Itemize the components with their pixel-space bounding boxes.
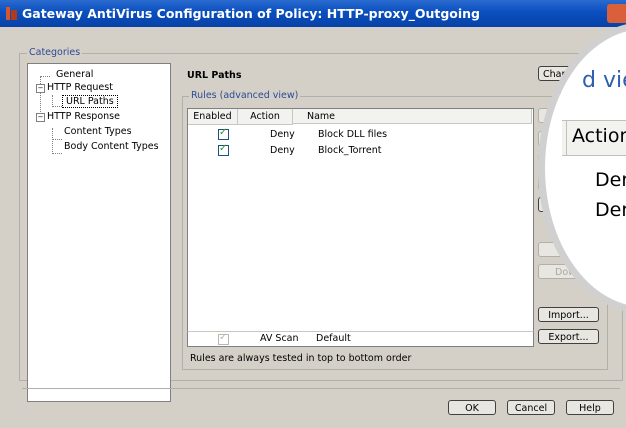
dialog-window: Gateway AntiVirus Configuration of Polic…	[0, 0, 626, 428]
tree-item-http-response[interactable]: HTTP Response	[47, 111, 120, 122]
magnified-view-link: d vie	[582, 68, 626, 93]
cancel-button[interactable]: Cancel	[507, 400, 555, 415]
ok-button[interactable]: OK	[448, 400, 496, 415]
default-rule-row: AV Scan Default	[187, 331, 534, 347]
close-button[interactable]	[607, 4, 626, 23]
rule-action: Deny	[270, 129, 295, 140]
tree-item-content-types[interactable]: Content Types	[64, 126, 132, 137]
app-icon	[6, 7, 17, 20]
help-button[interactable]: Help	[566, 400, 614, 415]
column-header-name[interactable]: Name	[293, 109, 532, 124]
footer-divider	[22, 388, 620, 389]
collapse-icon[interactable]: −	[36, 84, 45, 93]
default-rule-checkbox	[218, 332, 229, 345]
column-header-enabled[interactable]: Enabled	[188, 109, 238, 125]
rule-action: Deny	[270, 145, 295, 156]
rule-enabled-checkbox[interactable]	[218, 143, 229, 156]
rules-table[interactable]: Enabled Action Name Deny Block DLL files…	[187, 108, 534, 346]
rule-name: Block DLL files	[318, 129, 388, 140]
magnified-action-header: Action	[572, 125, 626, 147]
rule-enabled-checkbox[interactable]	[218, 127, 229, 140]
window-title: Gateway AntiVirus Configuration of Polic…	[22, 6, 481, 21]
categories-label: Categories	[27, 47, 83, 58]
tree-item-http-request[interactable]: HTTP Request	[47, 82, 113, 93]
rules-group-label: Rules (advanced view)	[189, 90, 301, 101]
magnified-action-cell: Der	[595, 169, 626, 191]
rule-name: Block_Torrent	[318, 145, 382, 156]
magnified-action-cell: Der	[595, 199, 626, 221]
category-tree[interactable]: General − HTTP Request URL Paths − HTTP …	[27, 63, 171, 402]
section-title: URL Paths	[187, 70, 242, 81]
magnified-table-header: Action	[562, 120, 626, 156]
collapse-icon[interactable]: −	[36, 113, 45, 122]
tree-item-general[interactable]: General	[56, 69, 93, 80]
title-bar: Gateway AntiVirus Configuration of Polic…	[0, 0, 626, 27]
tree-item-url-paths[interactable]: URL Paths	[62, 95, 118, 108]
export-button[interactable]: Export...	[538, 329, 599, 344]
default-rule-name: Default	[316, 333, 351, 344]
column-header-action[interactable]: Action	[238, 109, 293, 125]
default-rule-action: AV Scan	[260, 333, 299, 344]
tree-item-body-content-types[interactable]: Body Content Types	[64, 141, 159, 152]
import-button[interactable]: Import...	[538, 307, 599, 322]
rules-order-note: Rules are always tested in top to bottom…	[190, 353, 412, 364]
